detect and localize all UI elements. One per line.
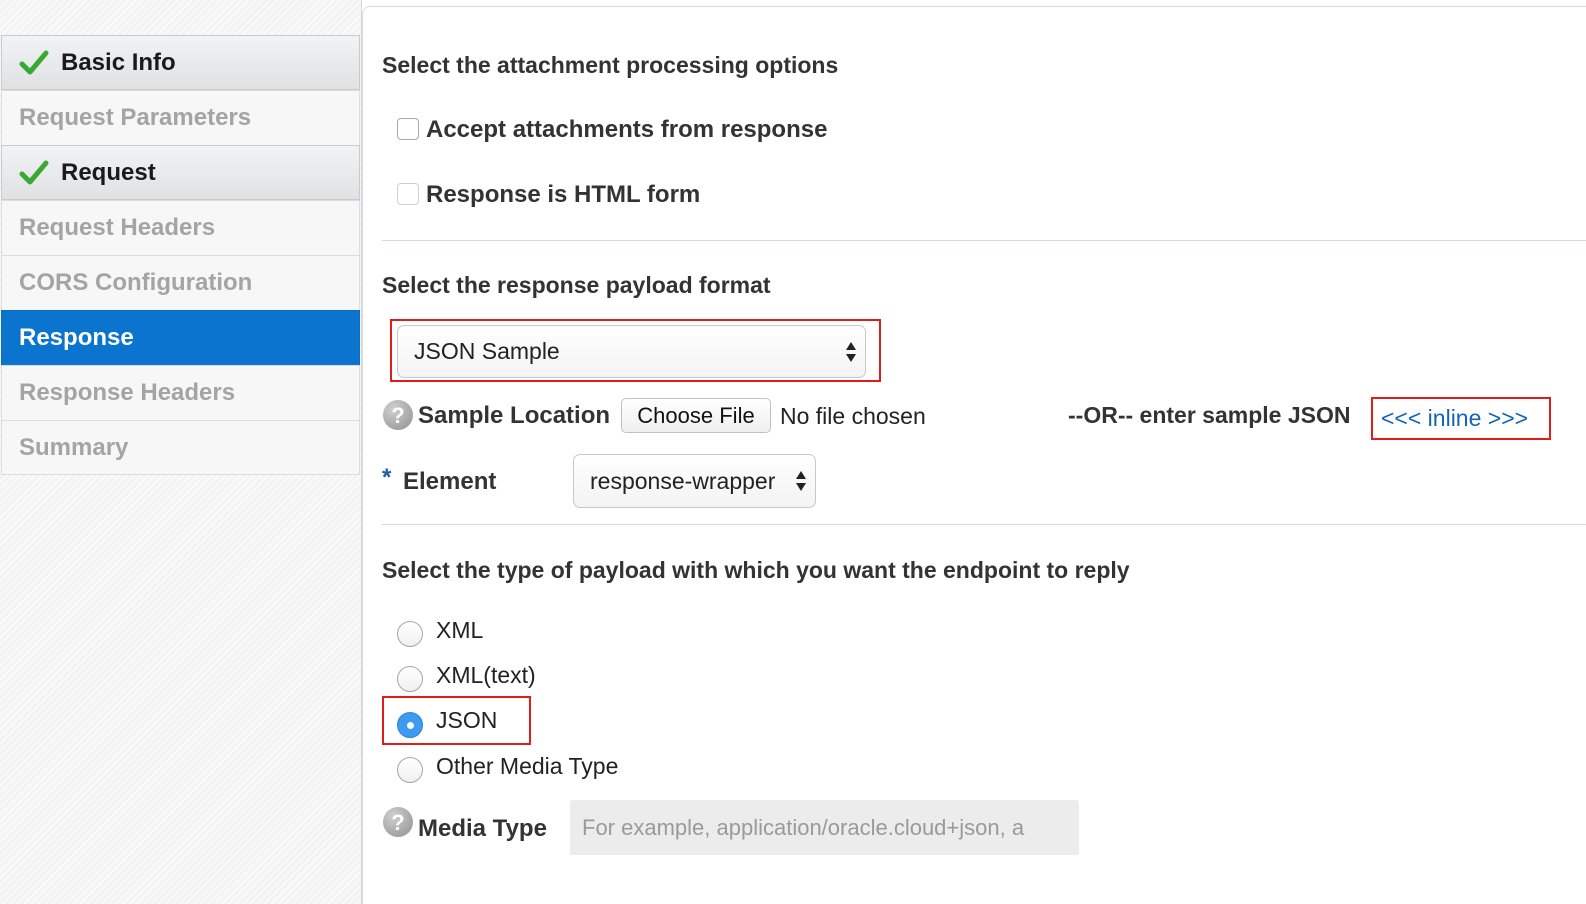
payload-format-select[interactable]: JSON Sample [397,325,866,378]
media-type-label: Media Type [418,815,547,842]
required-marker: * [382,464,392,491]
or-enter-sample-text: --OR-- enter sample JSON [1068,402,1351,428]
step-label: Summary [19,433,129,461]
html-form-label[interactable]: Response is HTML form [426,181,700,209]
select-arrows-icon [846,341,856,362]
step-label: Request Parameters [19,104,252,131]
step-response[interactable]: Response [1,310,360,365]
radio-other-media-type-label[interactable]: Other Media Type [436,753,618,780]
choose-file-button[interactable]: Choose File [621,398,771,433]
element-select[interactable]: response-wrapper [573,454,816,508]
wizard-sidebar: Basic Info Request Parameters Request Re… [0,0,362,904]
radio-json[interactable] [397,712,423,738]
select-arrows-icon [796,471,806,491]
html-form-checkbox[interactable] [397,183,419,205]
step-label: Request [61,158,156,186]
response-panel: Select the attachment processing options… [362,6,1586,904]
radio-xml[interactable] [397,621,423,647]
step-request-parameters[interactable]: Request Parameters [1,90,360,145]
radio-xml-text-label[interactable]: XML(text) [436,662,536,689]
accept-attachments-checkbox[interactable] [397,118,419,140]
step-label: Response Headers [19,379,236,406]
radio-other-media-type[interactable] [397,757,423,783]
divider [382,524,1586,525]
radio-json-label[interactable]: JSON [436,707,497,734]
radio-xml-label[interactable]: XML [436,617,483,644]
element-value: response-wrapper [590,467,776,494]
step-summary[interactable]: Summary [1,420,360,475]
step-label: Request Headers [19,214,216,241]
attachment-options-title: Select the attachment processing options [382,52,839,78]
no-file-text: No file chosen [780,403,926,429]
help-icon[interactable]: ? [383,400,413,430]
help-icon[interactable]: ? [383,807,413,837]
checkmark-icon [19,50,49,74]
step-cors-configuration[interactable]: CORS Configuration [1,255,360,310]
reply-type-title: Select the type of payload with which yo… [382,557,1130,583]
step-basic-info[interactable]: Basic Info [1,35,360,90]
element-label: Element [403,468,497,495]
step-request[interactable]: Request [1,145,360,200]
divider [382,240,1586,241]
step-label: CORS Configuration [19,269,253,296]
media-type-input[interactable] [570,800,1079,855]
payload-format-title: Select the response payload format [382,272,771,298]
payload-format-value: JSON Sample [414,338,560,364]
sample-location-label: Sample Location [418,402,611,429]
inline-json-link[interactable]: <<< inline >>> [1381,405,1528,432]
radio-xml-text[interactable] [397,666,423,692]
step-label: Basic Info [61,48,176,76]
step-label: Response [19,324,134,351]
choose-file-label: Choose File [637,402,755,428]
wizard-steps: Basic Info Request Parameters Request Re… [0,35,361,475]
step-response-headers[interactable]: Response Headers [1,365,360,420]
checkmark-icon [19,160,49,184]
step-request-headers[interactable]: Request Headers [1,200,360,255]
accept-attachments-label[interactable]: Accept attachments from response [426,116,827,144]
